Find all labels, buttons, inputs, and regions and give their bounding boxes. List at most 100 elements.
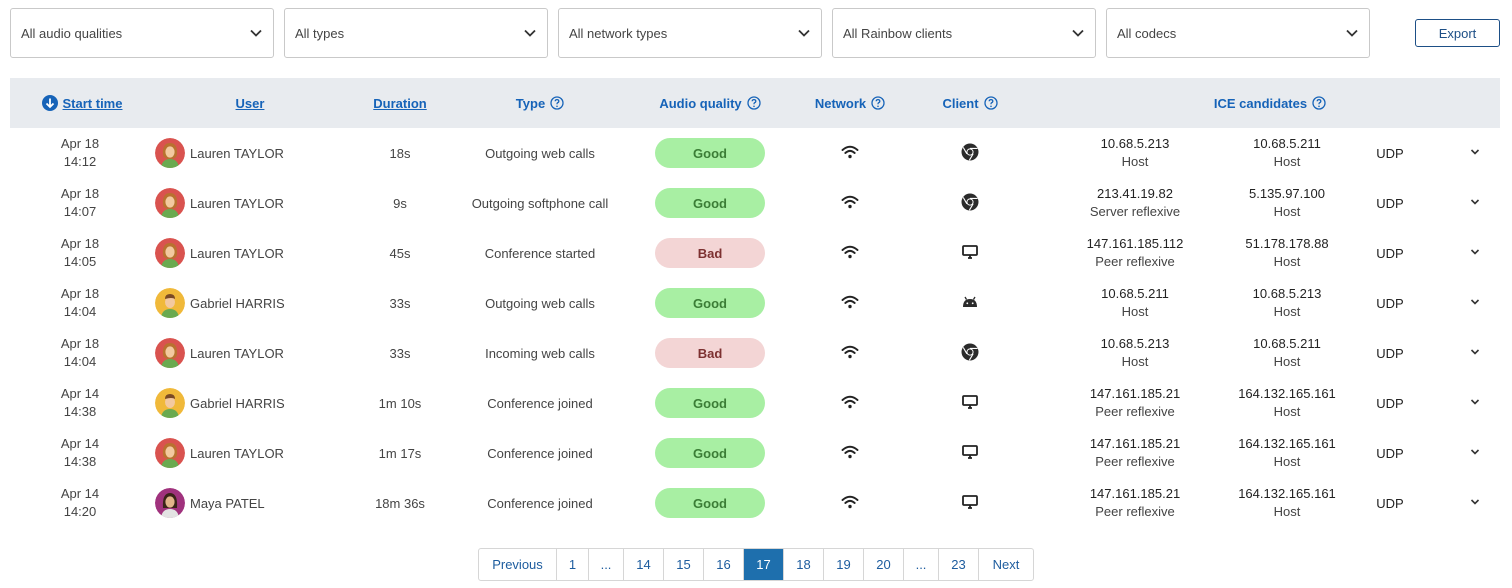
previous-page-button[interactable]: Previous [479,549,557,580]
duration-value: 1m 17s [378,445,422,461]
protocol-cell: UDP [1355,328,1425,378]
user-cell: Lauren TAYLOR [155,328,335,378]
ice-local-cell: 213.41.19.82 Server reflexive [1065,178,1205,228]
page-19-button[interactable]: 19 [824,549,864,580]
protocol-value: UDP [1376,295,1404,311]
table-row[interactable]: Apr 18 14:04 Gabriel HARRIS 33s Outgoing… [10,278,1500,328]
duration-cell: 1m 10s [350,378,450,428]
audio-quality-cell: Good [655,428,765,478]
start-time-cell: Apr 18 14:05 [30,228,130,278]
audio-quality-cell: Good [655,178,765,228]
table-row[interactable]: Apr 14 14:20 Maya PATEL 18m 36s Conferen… [10,478,1500,528]
page-ellipsis: ... [904,549,939,580]
avatar [155,488,185,518]
start-date: Apr 14 [60,436,100,451]
column-ice-candidates: ICE candidates [1190,78,1350,128]
client-cell [920,328,1020,378]
protocol-value: UDP [1376,445,1404,461]
start-clock: 14:05 [63,254,97,269]
filter-network-type-select[interactable]: All network types [558,8,822,58]
column-user[interactable]: User [200,78,300,128]
help-icon[interactable] [871,96,885,110]
page-15-button[interactable]: 15 [664,549,704,580]
help-icon[interactable] [1312,96,1326,110]
start-clock: 14:20 [63,504,97,519]
protocol-cell: UDP [1355,478,1425,528]
filter-type-select[interactable]: All types [284,8,548,58]
expand-row-button[interactable] [1460,428,1490,478]
protocol-value: UDP [1376,145,1404,161]
expand-row-button[interactable] [1460,328,1490,378]
column-audio-quality: Audio quality [640,78,780,128]
chevron-down-icon [1469,346,1481,361]
chevron-down-icon [1469,146,1481,161]
page-1-button[interactable]: 1 [557,549,589,580]
page-17-button[interactable]: 17 [744,549,784,580]
chrome-icon [961,143,979,164]
ice-local-type: Host [1121,354,1149,369]
chevron-down-icon [524,29,536,37]
expand-row-button[interactable] [1460,178,1490,228]
page-20-button[interactable]: 20 [864,549,904,580]
table-row[interactable]: Apr 18 14:12 Lauren TAYLOR 18s Outgoing … [10,128,1500,178]
next-page-button[interactable]: Next [979,549,1033,580]
audio-quality-badge: Good [655,488,765,518]
ice-local-type: Server reflexive [1089,204,1181,219]
wifi-icon [841,145,859,162]
page-14-button[interactable]: 14 [624,549,664,580]
column-label: Audio quality [659,95,742,111]
protocol-value: UDP [1376,395,1404,411]
help-icon[interactable] [983,96,998,110]
protocol-cell: UDP [1355,428,1425,478]
expand-row-button[interactable] [1460,478,1490,528]
user-name: Gabriel HARRIS [190,295,285,311]
page-23-button[interactable]: 23 [939,549,979,580]
expand-row-button[interactable] [1460,228,1490,278]
table-row[interactable]: Apr 18 14:07 Lauren TAYLOR 9s Outgoing s… [10,178,1500,228]
column-duration[interactable]: Duration [350,78,450,128]
expand-row-button[interactable] [1460,378,1490,428]
filter-audio-quality-select[interactable]: All audio qualities [10,8,274,58]
client-cell [920,378,1020,428]
desktop-icon [962,444,978,462]
start-date: Apr 14 [60,386,100,401]
table-row[interactable]: Apr 14 14:38 Lauren TAYLOR 1m 17s Confer… [10,428,1500,478]
start-date: Apr 18 [60,186,100,201]
start-time-cell: Apr 18 14:12 [30,128,130,178]
start-clock: 14:12 [63,154,97,169]
column-start-time[interactable]: Start time [32,78,132,128]
ice-remote-type: Host [1273,454,1301,469]
chevron-down-icon [1469,246,1481,261]
expand-row-button[interactable] [1460,128,1490,178]
filter-bar: All audio qualities All types All networ… [10,8,1380,58]
duration-cell: 18m 36s [350,478,450,528]
table-row[interactable]: Apr 18 14:04 Lauren TAYLOR 33s Incoming … [10,328,1500,378]
table-row[interactable]: Apr 18 14:05 Lauren TAYLOR 45s Conferenc… [10,228,1500,278]
ice-remote-type: Host [1273,504,1301,519]
chevron-down-icon [1469,496,1481,511]
expand-row-button[interactable] [1460,278,1490,328]
page-18-button[interactable]: 18 [784,549,824,580]
wifi-icon [841,295,859,312]
filter-label: All audio qualities [21,25,123,41]
network-cell [800,178,900,228]
duration-cell: 1m 17s [350,428,450,478]
filter-label: All codecs [1117,25,1177,41]
export-button[interactable]: Export [1415,19,1500,47]
protocol-value: UDP [1376,195,1404,211]
start-clock: 14:38 [63,454,97,469]
filter-client-select[interactable]: All Rainbow clients [832,8,1096,58]
help-icon[interactable] [747,96,761,110]
protocol-cell: UDP [1355,178,1425,228]
column-label: Start time [62,95,123,111]
help-icon[interactable] [550,96,564,110]
page-16-button[interactable]: 16 [704,549,744,580]
start-clock: 14:04 [63,304,97,319]
table-row[interactable]: Apr 14 14:38 Gabriel HARRIS 1m 10s Confe… [10,378,1500,428]
filter-label: All Rainbow clients [843,25,953,41]
duration-value: 9s [393,195,407,211]
filter-codec-select[interactable]: All codecs [1106,8,1370,58]
start-time-cell: Apr 18 14:04 [30,278,130,328]
chevron-down-icon [798,29,810,37]
user-cell: Lauren TAYLOR [155,128,335,178]
